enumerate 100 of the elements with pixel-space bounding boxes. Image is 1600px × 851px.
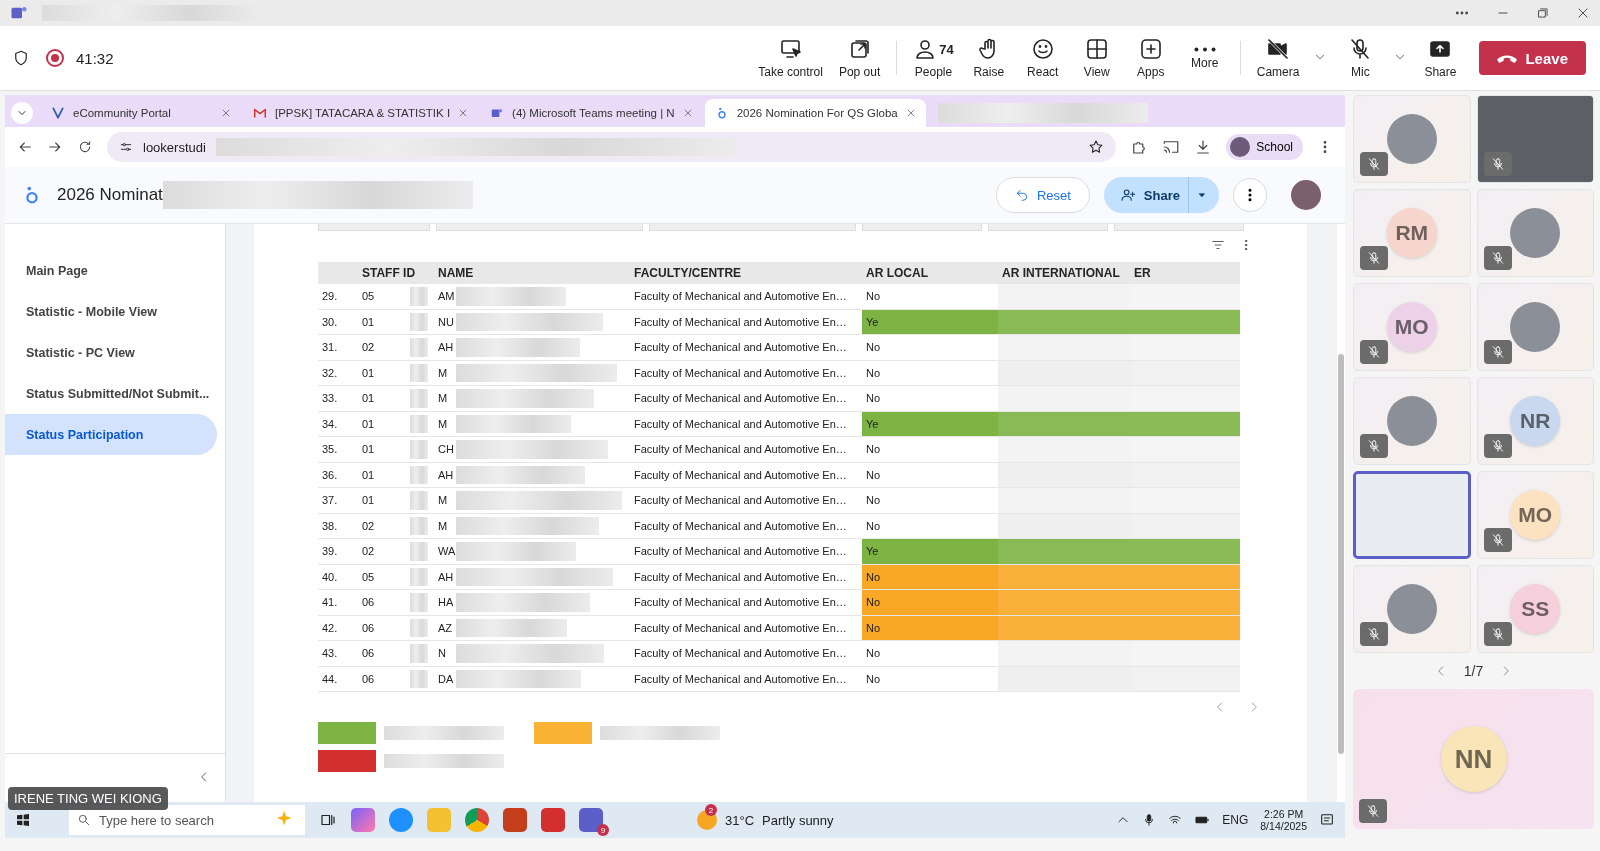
- table-cell: No: [866, 647, 881, 660]
- user-avatar[interactable]: [1291, 180, 1321, 210]
- view-button[interactable]: View: [1071, 33, 1122, 83]
- participant-tile[interactable]: [1353, 471, 1471, 559]
- browser-tab[interactable]: (4) Microsoft Teams meeting | N: [480, 99, 703, 127]
- participant-tile[interactable]: RM: [1353, 189, 1471, 277]
- share-button[interactable]: Share: [1103, 177, 1219, 213]
- participant-tile[interactable]: NN: [1353, 689, 1594, 829]
- more-vert-icon[interactable]: [1233, 178, 1267, 212]
- tab-search-button[interactable]: [11, 102, 33, 124]
- table-cell: 02: [362, 519, 375, 532]
- browser-tab[interactable]: eCommunity Portal: [41, 99, 241, 127]
- row-number: 35.: [318, 436, 358, 462]
- page-indicator: 1/7: [1463, 663, 1484, 679]
- redacted-block: [410, 618, 428, 637]
- people-button[interactable]: 74 People: [907, 33, 960, 83]
- participant-tile[interactable]: NR: [1476, 377, 1594, 465]
- pop-out-button[interactable]: Pop out: [832, 33, 887, 83]
- table-cell: Faculty of Mechanical and Automotive En…: [630, 564, 862, 590]
- copilot-icon[interactable]: [351, 808, 375, 832]
- table-cell: No: [866, 366, 881, 379]
- search-field[interactable]: Type here to search: [69, 805, 305, 835]
- sidebar-item[interactable]: Statistic - Mobile View: [5, 291, 217, 332]
- table-cell: Faculty of Mechanical and Automotive En…: [630, 487, 862, 513]
- camera-button[interactable]: Camera: [1250, 33, 1306, 83]
- raise-button[interactable]: Raise: [963, 33, 1014, 83]
- table-cell: 05: [362, 570, 375, 583]
- redacted-block: [410, 542, 428, 561]
- filter-field[interactable]: [649, 224, 856, 231]
- table-cell: Faculty of Mechanical and Automotive En…: [630, 436, 862, 462]
- column-header[interactable]: ER: [1130, 262, 1240, 284]
- table-cell: 02: [362, 545, 375, 558]
- browser-icon[interactable]: [389, 808, 413, 832]
- clock[interactable]: 2:26 PM 8/14/2025: [1260, 808, 1307, 832]
- powerpoint-icon[interactable]: [503, 808, 527, 832]
- language-indicator[interactable]: ENG: [1222, 813, 1249, 827]
- reset-button[interactable]: Reset: [995, 177, 1090, 213]
- participant-tile[interactable]: MO: [1353, 283, 1471, 371]
- chrome-icon[interactable]: [465, 808, 489, 832]
- close-icon: [1576, 6, 1590, 20]
- sidebar-item[interactable]: Status Submitted/Not Submit...: [5, 373, 217, 414]
- notification-icon: [1319, 812, 1335, 828]
- sidebar-item[interactable]: Status Participation: [5, 414, 217, 455]
- table-cell: No: [866, 468, 881, 481]
- react-button[interactable]: React: [1017, 33, 1068, 83]
- apps-button[interactable]: Apps: [1125, 33, 1176, 83]
- pdf-icon[interactable]: [541, 808, 565, 832]
- profile-button[interactable]: School: [1226, 134, 1303, 160]
- column-header[interactable]: NAME: [434, 262, 630, 284]
- address-field[interactable]: lookerstudi: [107, 132, 1117, 162]
- filter-icon: [1211, 238, 1225, 252]
- sidebar-item[interactable]: Statistic - PC View: [5, 332, 217, 373]
- filter-field[interactable]: [436, 224, 643, 231]
- photo-placeholder: [1510, 302, 1561, 352]
- row-number: 39.: [318, 538, 358, 564]
- table-cell: 06: [362, 621, 375, 634]
- table-cell: DA: [438, 672, 454, 685]
- table-cell: No: [866, 596, 881, 609]
- avatar: SS: [1510, 584, 1561, 634]
- column-header[interactable]: AR INTERNATIONAL: [998, 262, 1130, 284]
- browser-tab[interactable]: [PPSK] TATACARA & STATISTIK I: [243, 99, 479, 127]
- redacted-block: [410, 287, 428, 306]
- share-button[interactable]: Share: [1415, 33, 1466, 83]
- table-cell: HA: [438, 596, 454, 609]
- browser-tab[interactable]: 2026 Nomination For QS Globa: [704, 99, 926, 127]
- table-cell: 01: [362, 443, 375, 456]
- table-cell: No: [866, 392, 881, 405]
- table-cell: No: [866, 672, 881, 685]
- mic-button[interactable]: Mic: [1335, 33, 1386, 83]
- notification-badge: 2: [705, 804, 717, 816]
- filter-field[interactable]: [862, 224, 982, 231]
- table-cell: AH: [438, 570, 454, 583]
- table-cell: 06: [362, 596, 375, 609]
- participant-tile[interactable]: MO: [1476, 471, 1594, 559]
- column-header[interactable]: AR LOCAL: [862, 262, 998, 284]
- row-number: 31.: [318, 334, 358, 360]
- table-cell: 05: [362, 290, 375, 303]
- filter-field[interactable]: [318, 224, 430, 231]
- table-cell: Faculty of Mechanical and Automotive En…: [630, 309, 862, 335]
- column-header[interactable]: STAFF ID: [358, 262, 434, 284]
- search-icon: [77, 813, 91, 827]
- column-header[interactable]: FACULTY/CENTRE: [630, 262, 862, 284]
- take-control-button[interactable]: Take control: [752, 33, 829, 83]
- table-cell: 01: [362, 315, 375, 328]
- table-cell: M: [438, 366, 448, 379]
- screen-cursor-icon: [778, 37, 803, 61]
- table-cell: Faculty of Mechanical and Automotive En…: [630, 589, 862, 615]
- table-cell: M: [438, 392, 448, 405]
- table-cell: 06: [362, 672, 375, 685]
- table-cell: M: [438, 519, 448, 532]
- teams-logo-icon[interactable]: [579, 808, 603, 832]
- undo-icon: [1014, 188, 1029, 202]
- filter-field[interactable]: [1114, 224, 1244, 231]
- avatar: NR: [1510, 396, 1561, 446]
- sidebar-item[interactable]: Main Page: [5, 250, 217, 291]
- filter-field[interactable]: [988, 224, 1108, 231]
- table-cell: 01: [362, 417, 375, 430]
- participant-tile[interactable]: SS: [1476, 565, 1594, 653]
- leave-button[interactable]: Leave: [1479, 41, 1586, 75]
- more-button[interactable]: More: [1179, 42, 1230, 74]
